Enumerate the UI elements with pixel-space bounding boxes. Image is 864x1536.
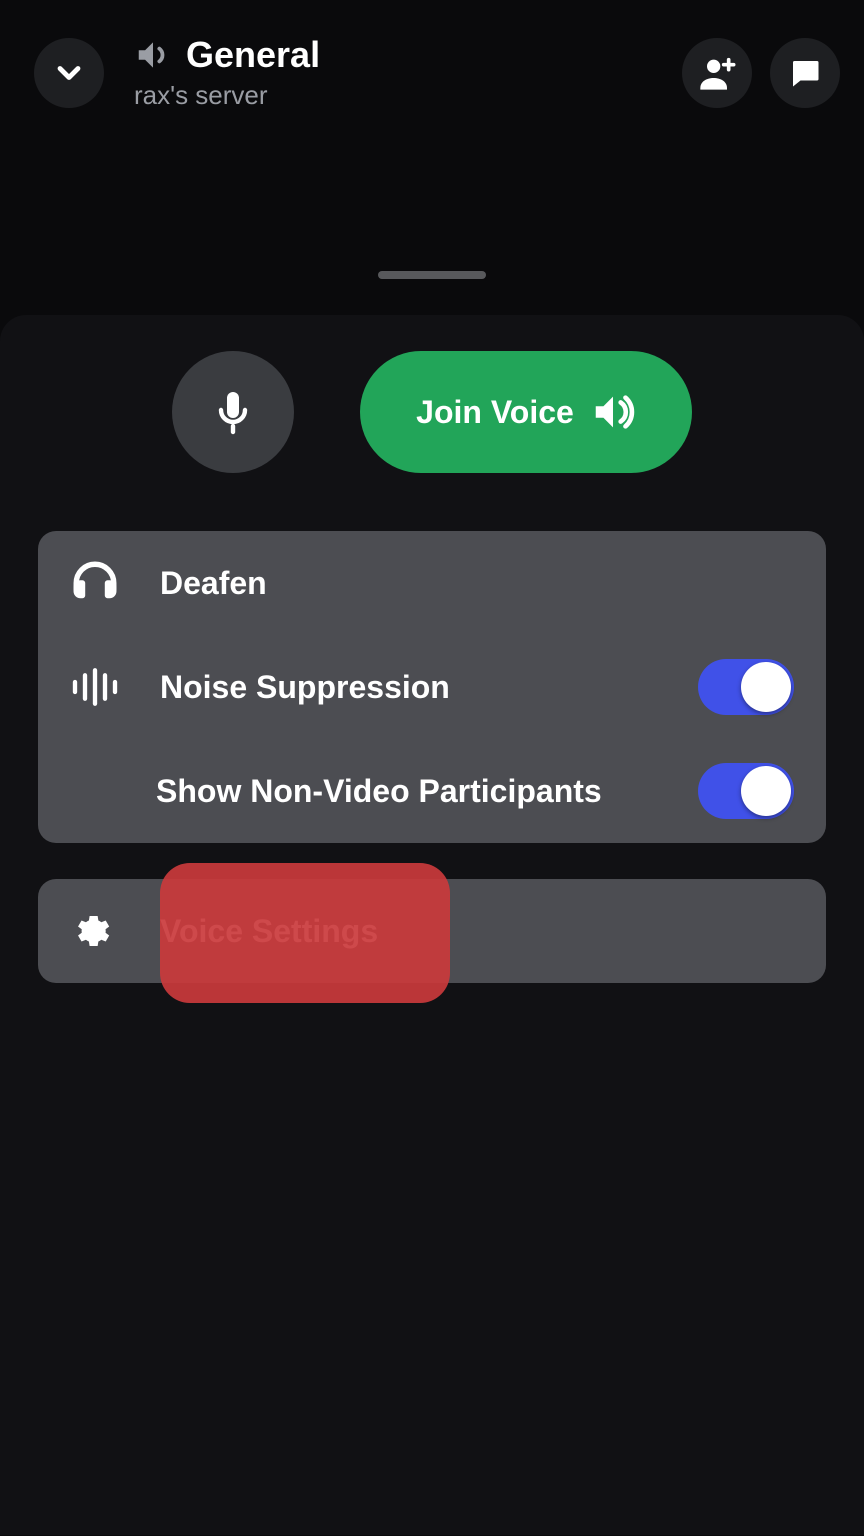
noise-suppression-toggle[interactable] [698, 659, 794, 715]
chat-bubble-icon [787, 55, 823, 91]
voice-settings-card: Voice Settings [38, 879, 826, 983]
soundwave-icon [70, 668, 120, 706]
nonvideo-row: Show Non-Video Participants [70, 739, 794, 843]
chevron-down-icon [51, 55, 87, 91]
noise-suppression-row: Noise Suppression [70, 635, 794, 739]
channel-title: General [186, 34, 320, 76]
chat-button[interactable] [770, 38, 840, 108]
headphones-icon [70, 558, 120, 608]
microphone-icon [209, 388, 257, 436]
speaker-icon [134, 36, 172, 74]
header: General rax's server [0, 0, 864, 111]
nonvideo-toggle[interactable] [698, 763, 794, 819]
noise-suppression-label: Noise Suppression [160, 669, 698, 706]
join-voice-label: Join Voice [416, 394, 574, 431]
voice-sheet: Join Voice Deafen Noise Suppression Show… [0, 315, 864, 1535]
drag-handle[interactable] [378, 271, 486, 279]
deafen-label: Deafen [160, 565, 794, 602]
voice-settings-label: Voice Settings [160, 913, 794, 950]
voice-settings-row[interactable]: Voice Settings [70, 879, 794, 983]
collapse-button[interactable] [34, 38, 104, 108]
person-add-icon [697, 53, 737, 93]
join-voice-button[interactable]: Join Voice [360, 351, 692, 473]
options-card: Deafen Noise Suppression Show Non-Video … [38, 531, 826, 843]
add-friend-button[interactable] [682, 38, 752, 108]
join-row: Join Voice [38, 351, 826, 473]
gear-icon [70, 910, 112, 952]
title-block: General rax's server [134, 34, 682, 111]
nonvideo-label: Show Non-Video Participants [156, 773, 698, 810]
deafen-row[interactable]: Deafen [70, 531, 794, 635]
speaker-loud-icon [590, 389, 636, 435]
mic-button[interactable] [172, 351, 294, 473]
server-name: rax's server [134, 80, 682, 111]
